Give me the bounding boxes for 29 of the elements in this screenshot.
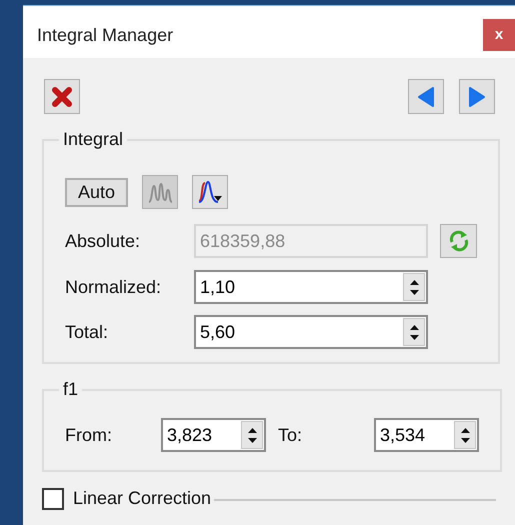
field-label: Normalized:: [65, 276, 162, 298]
field-label: Total:: [65, 320, 110, 344]
group-label: f1: [62, 378, 80, 401]
spin-buttons[interactable]: [403, 273, 425, 301]
from-field[interactable]: 3,823: [161, 418, 266, 452]
field-label: Absolute:: [65, 230, 142, 252]
integral-curve-button[interactable]: [192, 175, 228, 209]
previous-button[interactable]: [408, 79, 444, 114]
auto-button[interactable]: Auto: [65, 178, 128, 206]
spin-buttons[interactable]: [454, 421, 476, 449]
field-label: To:: [278, 424, 304, 446]
to-field[interactable]: 3,534: [374, 418, 479, 452]
spin-buttons[interactable]: [403, 318, 425, 346]
spin-buttons[interactable]: [241, 421, 263, 449]
window-title: Integral Manager: [37, 24, 174, 47]
left-triangle-icon: [416, 86, 436, 108]
checkbox-label[interactable]: Linear Correction: [73, 485, 212, 512]
normalized-field[interactable]: 1,10: [194, 270, 428, 304]
integral-curve-icon: [196, 179, 224, 205]
next-button[interactable]: [459, 79, 495, 114]
close-button[interactable]: x: [483, 19, 515, 51]
field-label: From:: [65, 424, 113, 446]
delete-button[interactable]: [44, 79, 80, 114]
close-icon: [51, 86, 73, 108]
peaks-icon: [147, 180, 174, 204]
checkbox[interactable]: [42, 488, 64, 510]
total-field[interactable]: 5,60: [194, 315, 428, 349]
right-triangle-icon: [467, 86, 487, 108]
group-label: Integral: [62, 128, 124, 151]
